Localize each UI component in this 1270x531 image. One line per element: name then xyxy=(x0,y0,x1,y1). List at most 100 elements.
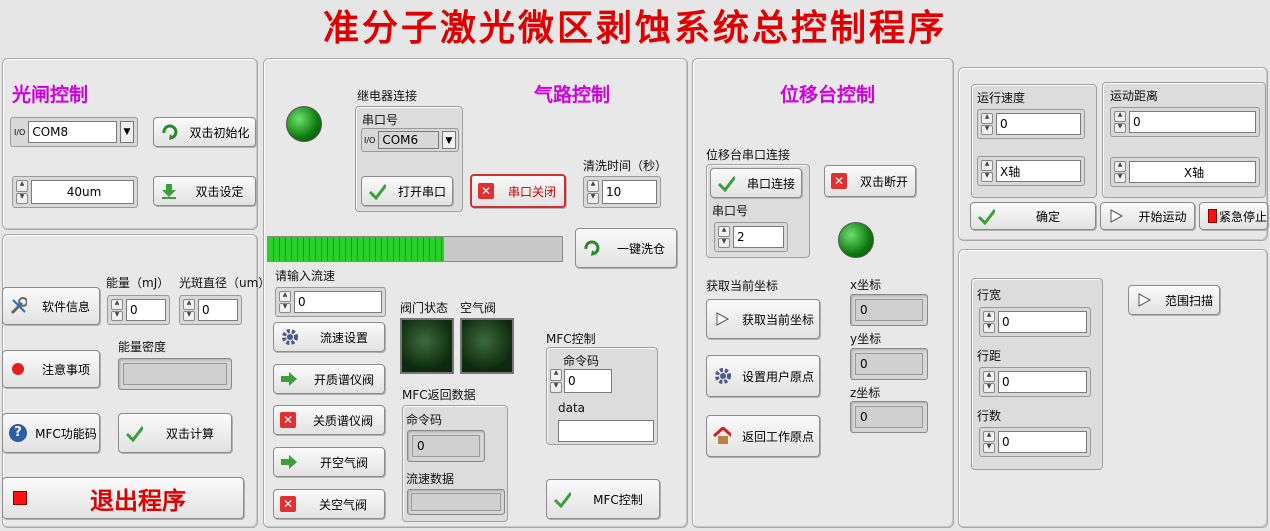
row-count-label: 行数 xyxy=(977,409,1002,423)
open-mass-valve-label: 开质谱仪阀 xyxy=(313,372,374,387)
return-cmd-code-display: 0 xyxy=(407,430,485,462)
gas-port-select[interactable]: I/O COM6 ▼ xyxy=(361,128,459,152)
exit-button[interactable]: 退出程序 xyxy=(2,477,244,519)
spot-value: 0 xyxy=(198,299,238,321)
close-x-icon: ✕ xyxy=(478,183,494,199)
flow-input[interactable]: ▲ ▼ 0 xyxy=(275,287,386,317)
speed-axis-value: X轴 xyxy=(996,160,1081,182)
spot-input[interactable]: ▲ ▼ 0 xyxy=(179,295,242,325)
air-valve-indicator xyxy=(460,318,514,374)
distance-axis-value: X轴 xyxy=(1129,161,1256,183)
get-coord-button[interactable]: 获取当前坐标 xyxy=(706,299,820,339)
energy-stepper[interactable]: ▲ ▼ xyxy=(111,299,123,321)
energy-input[interactable]: ▲ ▼ 0 xyxy=(107,295,170,325)
checkmark-icon xyxy=(553,490,571,508)
red-dot-icon xyxy=(9,360,27,378)
checkmark-icon xyxy=(368,182,386,200)
right-arrow-icon xyxy=(280,370,298,388)
emergency-stop-button[interactable]: 紧急停止 xyxy=(1199,202,1268,230)
dropdown-arrow-icon[interactable]: ▼ xyxy=(120,121,134,143)
speed-value: 0 xyxy=(996,113,1081,135)
aperture-input[interactable]: ▲ ▼ 40um xyxy=(12,176,138,208)
open-air-valve-button[interactable]: 开空气阀 xyxy=(273,447,385,477)
purge-time-input[interactable]: ▲ ▼ 10 xyxy=(583,176,661,208)
mfc-cmd-stepper[interactable]: ▲ ▼ xyxy=(550,369,562,393)
distance-axis-stepper[interactable]: ▲ ▼ xyxy=(1114,161,1126,183)
shutter-set-button[interactable]: 双击设定 xyxy=(153,176,256,206)
spot-stepper[interactable]: ▲ ▼ xyxy=(183,299,195,321)
gas-port-label: 串口号 xyxy=(362,113,399,127)
one-key-wash-button[interactable]: 一键洗仓 xyxy=(575,228,677,268)
distance-axis-input[interactable]: ▲ ▼ X轴 xyxy=(1110,157,1260,187)
exit-label: 退出程序 xyxy=(90,486,186,515)
aperture-stepper[interactable]: ▲ ▼ xyxy=(16,180,28,204)
row-pitch-input[interactable]: ▲ ▼ 0 xyxy=(979,367,1091,397)
shutter-port-select[interactable]: I/O COM8 ▼ xyxy=(10,117,138,147)
open-port-button[interactable]: 打开串口 xyxy=(361,176,453,206)
mfc-cmd-value: 0 xyxy=(564,369,612,393)
open-mass-valve-button[interactable]: 开质谱仪阀 xyxy=(273,364,385,394)
software-info-button[interactable]: 软件信息 xyxy=(2,287,100,325)
density-value xyxy=(123,363,227,385)
x-coord-value: 0 xyxy=(855,299,923,321)
open-port-label: 打开串口 xyxy=(397,184,446,199)
mfc-ctrl-button[interactable]: MFC控制 xyxy=(546,479,660,519)
speed-stepper[interactable]: ▲ ▼ xyxy=(981,113,993,135)
set-origin-label: 设置用户原点 xyxy=(741,369,814,384)
stage-port-input[interactable]: ▲ ▼ 2 xyxy=(714,222,788,252)
row-count-input[interactable]: ▲ ▼ 0 xyxy=(979,427,1091,457)
calc-button[interactable]: 双击计算 xyxy=(118,413,232,453)
mfc-ctrl-label: MFC控制 xyxy=(546,332,596,346)
wash-progress-fill xyxy=(268,237,445,261)
spot-label: 光斑直径（um） xyxy=(179,276,271,290)
stage-port-stepper[interactable]: ▲ ▼ xyxy=(718,226,730,248)
flow-data-value xyxy=(411,493,501,511)
distance-input[interactable]: ▲ ▼ 0 xyxy=(1110,107,1260,137)
shutter-port-value: COM8 xyxy=(28,121,117,143)
speed-input[interactable]: ▲ ▼ 0 xyxy=(977,109,1085,139)
close-air-valve-button[interactable]: ✕ 关空气阀 xyxy=(273,489,385,519)
stop-square-icon xyxy=(13,491,27,505)
stage-port-label: 串口号 xyxy=(712,204,749,218)
close-mass-valve-button[interactable]: ✕ 关质谱仪阀 xyxy=(273,405,385,435)
density-label: 能量密度 xyxy=(118,340,167,354)
flow-set-button[interactable]: 流速设置 xyxy=(273,322,385,352)
close-port-button[interactable]: ✕ 串口关闭 xyxy=(470,174,566,208)
software-info-label: 软件信息 xyxy=(41,299,90,314)
return-home-button[interactable]: 返回工作原点 xyxy=(706,415,820,457)
flow-stepper[interactable]: ▲ ▼ xyxy=(279,291,291,313)
emergency-stop-label: 紧急停止 xyxy=(1218,209,1267,224)
range-scan-button[interactable]: 范围扫描 xyxy=(1128,285,1220,315)
set-origin-button[interactable]: 设置用户原点 xyxy=(706,355,820,397)
disconnect-button[interactable]: ✕ 双击断开 xyxy=(824,165,916,197)
notes-button[interactable]: 注意事项 xyxy=(2,350,100,388)
io-icon: I/O xyxy=(14,127,26,137)
speed-axis-stepper[interactable]: ▲ ▼ xyxy=(981,160,993,182)
row-pitch-stepper[interactable]: ▲ ▼ xyxy=(983,371,995,393)
return-cmd-code-label: 命令码 xyxy=(406,413,443,427)
confirm-button[interactable]: 确定 xyxy=(970,202,1096,230)
mfc-cmd-input[interactable]: ▲ ▼ 0 xyxy=(550,369,612,393)
mfc-codes-button[interactable]: ? MFC功能码 xyxy=(2,413,100,453)
close-x-icon: ✕ xyxy=(280,412,296,428)
distance-stepper[interactable]: ▲ ▼ xyxy=(1114,111,1126,133)
data-input[interactable] xyxy=(558,420,654,442)
dropdown-arrow-icon[interactable]: ▼ xyxy=(442,131,456,149)
shutter-init-button[interactable]: 双击初始化 xyxy=(153,117,256,147)
data-label: data xyxy=(558,401,586,415)
notes-label: 注意事项 xyxy=(41,362,90,377)
return-cmd-code-value: 0 xyxy=(412,435,480,457)
stage-port-connect-button[interactable]: 串口连接 xyxy=(710,168,802,198)
close-mass-valve-label: 关质谱仪阀 xyxy=(312,413,373,428)
row-count-stepper[interactable]: ▲ ▼ xyxy=(983,431,995,453)
speed-axis-input[interactable]: ▲ ▼ X轴 xyxy=(977,156,1085,186)
flow-data-label: 流速数据 xyxy=(406,472,455,486)
refresh-arrow-icon xyxy=(160,123,178,141)
row-width-stepper[interactable]: ▲ ▼ xyxy=(983,311,995,333)
row-width-input[interactable]: ▲ ▼ 0 xyxy=(979,307,1091,337)
close-air-valve-label: 关空气阀 xyxy=(318,497,367,512)
purge-time-stepper[interactable]: ▲ ▼ xyxy=(587,180,599,204)
shutter-set-label: 双击设定 xyxy=(195,184,244,199)
flow-value: 0 xyxy=(294,291,382,313)
start-motion-button[interactable]: 开始运动 xyxy=(1100,202,1195,230)
